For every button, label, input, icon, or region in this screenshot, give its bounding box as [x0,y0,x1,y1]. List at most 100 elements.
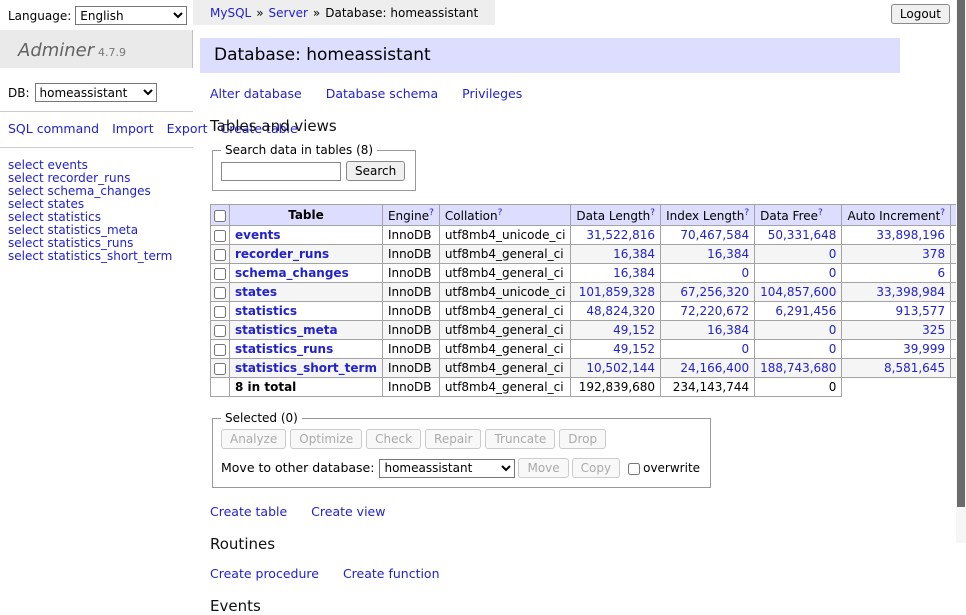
tables-header-row: TableEngine?Collation?Data Length?Index … [211,205,966,226]
db-action-link[interactable]: Alter database [210,86,302,101]
select-all-cell [211,205,230,226]
analyze-button[interactable]: Analyze [221,429,286,449]
sidebar-select-link[interactable]: select statistics_short_term [8,250,185,263]
table-name-cell: states [230,283,383,302]
auto_increment-cell: 8,581,645 [842,359,951,378]
table-name-link[interactable]: states [235,285,277,299]
auto_increment-cell: 39,999 [842,340,951,359]
tables-body: eventsInnoDButf8mb4_unicode_ci31,522,816… [211,226,966,397]
row-checkbox[interactable] [214,344,226,356]
total-name-cell: 8 in total [230,378,383,397]
table-row: statistics_metaInnoDButf8mb4_general_ci4… [211,321,966,340]
table-name-link[interactable]: statistics_short_term [235,361,377,375]
optimize-button[interactable]: Optimize [290,429,362,449]
select-all-checkbox[interactable] [214,210,226,222]
row-checkbox[interactable] [214,363,226,375]
engine-cell: InnoDB [382,340,439,359]
db-action-link[interactable]: Privileges [462,86,522,101]
move-label: Move to other database: [221,460,374,475]
total-data_length-cell: 192,839,680 [571,378,661,397]
db-label: DB: [8,86,30,100]
index_length-cell: 0 [661,264,755,283]
search-button[interactable]: Search [346,161,405,181]
table-name-link[interactable]: events [235,228,281,242]
data_free-cell: 0 [755,245,842,264]
search-input[interactable] [221,162,341,181]
table-row: eventsInnoDButf8mb4_unicode_ci31,522,816… [211,226,966,245]
table-name-link[interactable]: schema_changes [235,266,349,280]
sidebar-action-link[interactable]: SQL command [8,121,99,136]
total-empty-cell [211,378,230,397]
row-checkbox[interactable] [214,306,226,318]
overwrite-option: overwrite [628,461,700,475]
db-action-link[interactable]: Database schema [326,86,438,101]
column-help-link[interactable]: ? [940,208,945,218]
language-select[interactable]: English [75,6,187,25]
sidebar-action-link[interactable]: Export [167,121,208,136]
sidebar-action-link[interactable]: Import [112,121,154,136]
breadcrumb: MySQL » Server » Database: homeassistant [193,0,495,25]
breadcrumb-link-server[interactable]: Server [269,6,308,20]
table-row: recorder_runsInnoDButf8mb4_general_ci16,… [211,245,966,264]
db-select[interactable]: homeassistant [35,83,157,102]
engine-cell: InnoDB [382,226,439,245]
table-name-link[interactable]: statistics_meta [235,323,338,337]
repair-button[interactable]: Repair [425,429,481,449]
row-select-cell [211,283,230,302]
row-checkbox[interactable] [214,230,226,242]
collation-cell: utf8mb4_general_ci [439,321,571,340]
column-help-link[interactable]: ? [498,208,503,218]
move-db-select[interactable]: homeassistant [379,459,515,478]
column-header-engine: Engine? [382,205,439,226]
routine-link[interactable]: Create function [343,566,440,581]
table-row: schema_changesInnoDButf8mb4_general_ci16… [211,264,966,283]
table-name-link[interactable]: recorder_runs [235,247,329,261]
row-select-cell [211,226,230,245]
scrollbar-thumb[interactable] [957,0,965,507]
move-button[interactable]: Move [518,458,568,478]
data_length-cell: 101,859,328 [571,283,661,302]
data_length-cell: 48,824,320 [571,302,661,321]
collation-cell: utf8mb4_general_ci [439,359,571,378]
table-row: statistics_runsInnoDButf8mb4_general_ci4… [211,340,966,359]
logout-button[interactable]: Logout [891,4,950,24]
auto_increment-cell: 6 [842,264,951,283]
create-link[interactable]: Create view [311,504,385,519]
column-help-link[interactable]: ? [744,208,749,218]
table-name-cell: statistics [230,302,383,321]
total-row: 8 in totalInnoDButf8mb4_general_ci192,83… [211,378,966,397]
table-name-link[interactable]: statistics_runs [235,342,333,356]
column-help-link[interactable]: ? [818,208,823,218]
drop-button[interactable]: Drop [559,429,606,449]
auto_increment-cell: 913,577 [842,302,951,321]
column-help-link[interactable]: ? [650,208,655,218]
truncate-button[interactable]: Truncate [485,429,555,449]
brand-version: 4.7.9 [98,46,126,59]
index_length-cell: 16,384 [661,245,755,264]
check-button[interactable]: Check [366,429,421,449]
row-select-cell [211,245,230,264]
row-select-cell [211,264,230,283]
row-checkbox[interactable] [214,287,226,299]
total-blank-cell [842,378,951,397]
scrollbar-track[interactable] [956,0,966,543]
overwrite-checkbox[interactable] [628,463,640,475]
table-name-link[interactable]: statistics [235,304,297,318]
collation-cell: utf8mb4_general_ci [439,264,571,283]
breadcrumb-link-mysql[interactable]: MySQL [210,6,251,20]
table-row: statesInnoDButf8mb4_unicode_ci101,859,32… [211,283,966,302]
column-help-link[interactable]: ? [429,208,434,218]
total-index_length-cell: 234,143,744 [661,378,755,397]
routines-links: Create procedure Create function [210,566,922,581]
data_free-cell: 104,857,600 [755,283,842,302]
index_length-cell: 72,220,672 [661,302,755,321]
move-row: Move to other database: homeassistantMove… [221,458,700,478]
breadcrumb-separator: » [256,6,263,20]
row-checkbox[interactable] [214,268,226,280]
create-link[interactable]: Create table [210,504,287,519]
routine-link[interactable]: Create procedure [210,566,319,581]
table-row: statistics_short_termInnoDButf8mb4_gener… [211,359,966,378]
copy-button[interactable]: Copy [572,458,620,478]
row-checkbox[interactable] [214,325,226,337]
row-checkbox[interactable] [214,249,226,261]
